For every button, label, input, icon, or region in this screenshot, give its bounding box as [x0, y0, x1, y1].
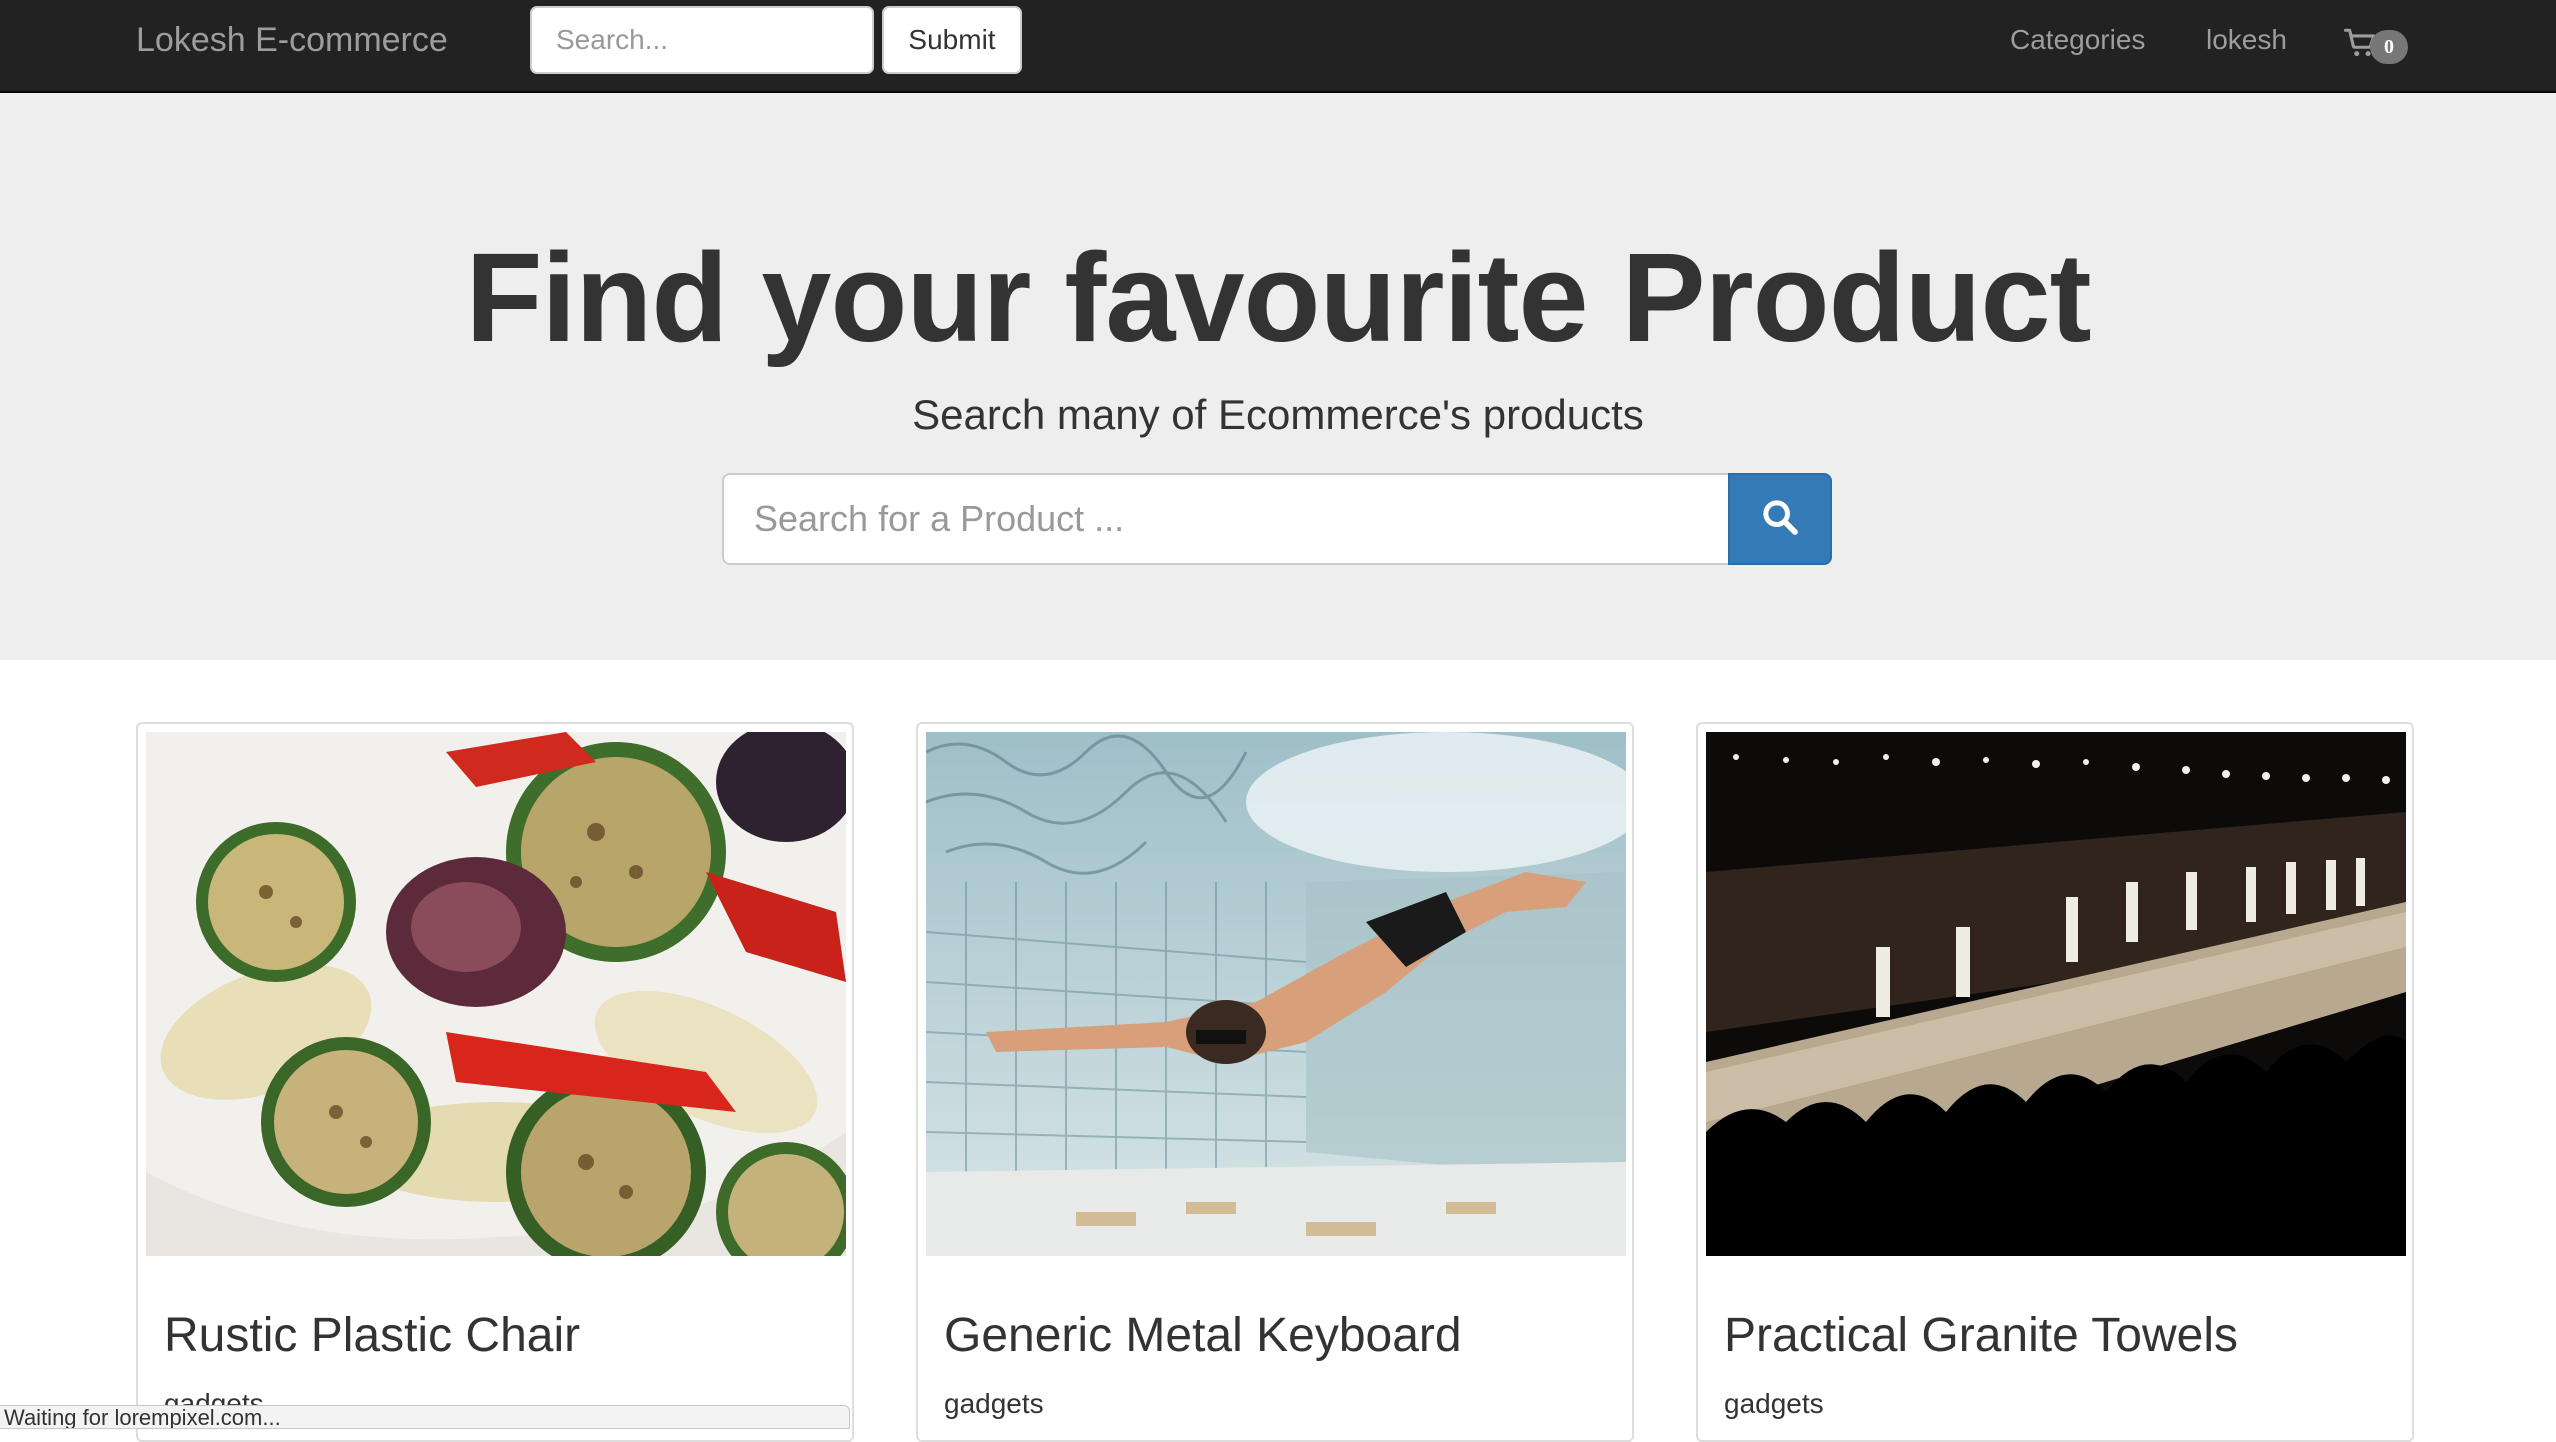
product-title[interactable]: Rustic Plastic Chair [164, 1308, 580, 1364]
product-category: gadgets [1724, 1388, 1824, 1419]
product-category: gadgets [944, 1388, 1044, 1419]
product-search-input[interactable] [722, 473, 1728, 565]
nav-link-user[interactable]: lokesh [2206, 0, 2287, 80]
navbar-search-input[interactable] [530, 6, 874, 74]
product-image-fashion-runway[interactable] [1706, 732, 2406, 1256]
product-card[interactable]: Rustic Plastic Chair gadgets [136, 722, 854, 1442]
product-image-underwater-swimmer[interactable] [926, 732, 1626, 1256]
hero-search-group [722, 473, 1832, 565]
hero-section: Find your favourite Product Search many … [0, 93, 2556, 660]
cart-count-badge: 0 [2370, 30, 2408, 64]
cart-link[interactable]: 0 [2343, 22, 2418, 68]
product-title[interactable]: Practical Granite Towels [1724, 1308, 2238, 1364]
browser-status-bar: Waiting for lorempixel.com... [0, 1405, 850, 1429]
top-navbar: Lokesh E-commerce Submit Categories loke… [0, 0, 2556, 93]
product-card[interactable]: Practical Granite Towels gadgets [1696, 722, 2414, 1442]
nav-link-categories[interactable]: Categories [2010, 0, 2145, 80]
navbar-submit-button[interactable]: Submit [882, 6, 1022, 74]
hero-title: Find your favourite Product [465, 227, 2091, 368]
product-image-grilled-vegetables[interactable] [146, 732, 846, 1256]
product-card[interactable]: Generic Metal Keyboard gadgets [916, 722, 1634, 1442]
hero-subtitle: Search many of Ecommerce's products [912, 391, 1644, 438]
brand-link[interactable]: Lokesh E-commerce [136, 0, 448, 80]
product-title[interactable]: Generic Metal Keyboard [944, 1308, 1462, 1364]
product-search-button[interactable] [1728, 473, 1832, 565]
search-icon [1760, 497, 1800, 542]
